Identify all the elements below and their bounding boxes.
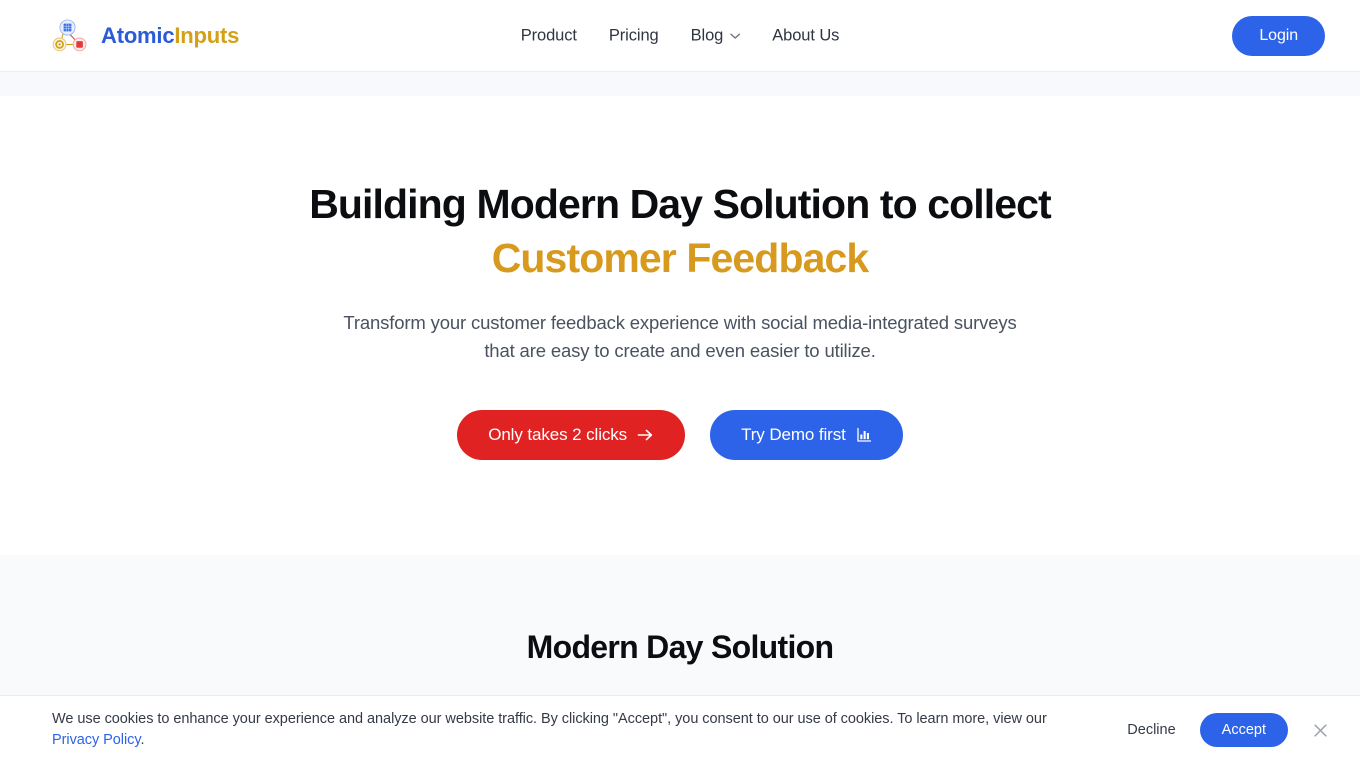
header-underline-strip — [0, 72, 1360, 96]
cookie-consent-banner: We use cookies to enhance your experienc… — [0, 695, 1360, 764]
main-navigation: Product Pricing Blog About Us — [521, 26, 840, 45]
only-takes-2-clicks-label: Only takes 2 clicks — [488, 425, 628, 445]
nav-item-pricing[interactable]: Pricing — [609, 26, 659, 45]
nav-item-blog[interactable]: Blog — [691, 26, 741, 45]
nav-item-about-us[interactable]: About Us — [772, 26, 839, 45]
hero-title: Building Modern Day Solution to collect … — [0, 184, 1360, 279]
cookie-text-after-link: . — [140, 732, 145, 748]
brand-logo-link[interactable]: AtomicInputs — [52, 17, 239, 55]
close-cookie-banner-button[interactable] — [1308, 718, 1332, 742]
section-title: Modern Day Solution — [526, 629, 834, 665]
decline-button[interactable]: Decline — [1123, 716, 1179, 744]
brand-name-part2: Inputs — [174, 22, 240, 48]
cookie-text-before-link: We use cookies to enhance your experienc… — [52, 710, 1047, 727]
nav-item-about-us-label: About Us — [772, 26, 840, 44]
chevron-down-icon — [729, 33, 740, 39]
only-takes-2-clicks-button[interactable]: Only takes 2 clicks — [457, 410, 686, 461]
try-demo-first-label: Try Demo first — [741, 425, 846, 445]
brand-name: AtomicInputs — [101, 23, 239, 49]
nav-item-product[interactable]: Product — [521, 26, 577, 45]
hero-title-accent: Customer Feedback — [491, 235, 870, 281]
hero-title-line1: Building Modern Day Solution to collect — [309, 181, 1052, 227]
nav-item-pricing-label: Pricing — [608, 26, 659, 44]
site-header: AtomicInputs Product Pricing Blog About … — [0, 0, 1360, 72]
cookie-banner-actions: Decline Accept — [1123, 713, 1332, 747]
network-nodes-logo-icon — [52, 18, 87, 51]
brand-name-part1: Atomic — [101, 22, 175, 48]
try-demo-first-button[interactable]: Try Demo first — [710, 410, 903, 461]
nav-item-blog-label: Blog — [690, 26, 724, 44]
privacy-policy-link[interactable]: Privacy Policy — [52, 732, 141, 748]
hero-cta-row: Only takes 2 clicks Try Demo first — [0, 410, 1360, 461]
arrow-right-icon — [637, 429, 653, 441]
cookie-banner-text: We use cookies to enhance your experienc… — [52, 709, 1072, 751]
nav-item-product-label: Product — [520, 26, 577, 44]
accept-button[interactable]: Accept — [1199, 713, 1288, 747]
page-root: AtomicInputs Product Pricing Blog About … — [0, 0, 1360, 764]
login-button[interactable]: Login — [1232, 15, 1325, 56]
bar-chart-icon — [857, 428, 871, 442]
hero-section: Building Modern Day Solution to collect … — [0, 96, 1360, 555]
hero-subtitle: Transform your customer feedback experie… — [343, 312, 1017, 362]
close-icon — [1313, 723, 1327, 737]
